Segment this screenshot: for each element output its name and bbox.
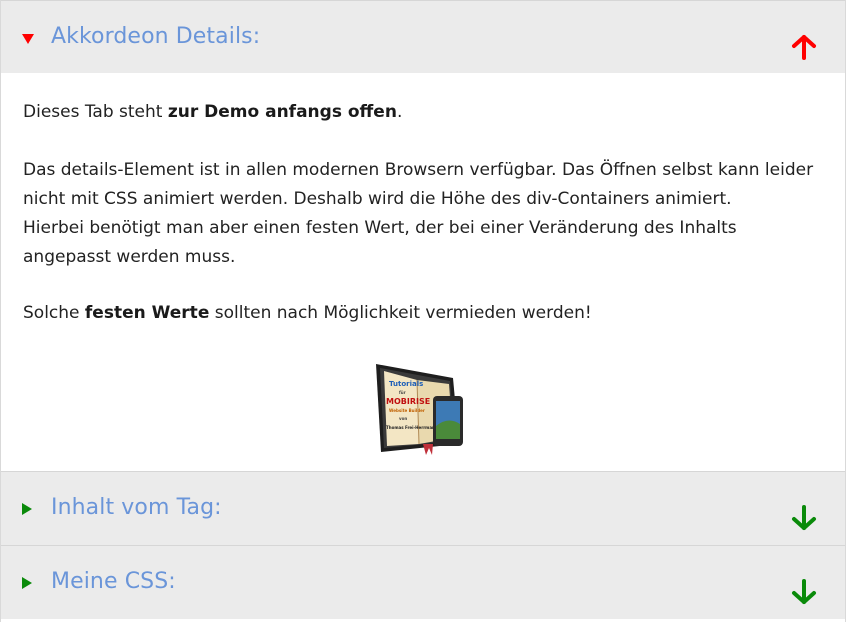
- svg-text:für: für: [399, 390, 406, 395]
- tutorial-book-image: Tutorials für MOBIRISE Website Builder v…: [376, 364, 463, 455]
- arrow-down-icon[interactable]: [791, 505, 817, 531]
- svg-text:Website Builder: Website Builder: [389, 408, 425, 413]
- svg-text:MOBIRISE: MOBIRISE: [386, 397, 430, 406]
- triangle-down-icon: [22, 34, 34, 44]
- accordion-header-inhalt[interactable]: Inhalt vom Tag:: [1, 472, 845, 545]
- arrow-down-icon[interactable]: [791, 579, 817, 605]
- content-paragraph-1: Dieses Tab steht zur Demo anfangs offen.: [23, 102, 403, 122]
- content-paragraph-2: Das details-Element ist in allen moderne…: [23, 160, 814, 267]
- accordion-item-inhalt: Inhalt vom Tag:: [1, 471, 845, 545]
- accordion-title: Meine CSS:: [51, 569, 176, 594]
- accordion-item-details: Akkordeon Details: Dieses Tab steht zur …: [1, 0, 845, 471]
- accordion-header-css[interactable]: Meine CSS:: [1, 546, 845, 619]
- content-paragraph-3: Solche festen Werte sollten nach Möglich…: [23, 303, 592, 323]
- accordion-content: Dieses Tab steht zur Demo anfangs offen.…: [1, 73, 845, 471]
- triangle-right-icon: [22, 577, 32, 589]
- triangle-right-icon: [22, 503, 32, 515]
- accordion-item-css: Meine CSS:: [1, 545, 845, 619]
- accordion-title: Akkordeon Details:: [51, 24, 261, 49]
- svg-text:Tutorials: Tutorials: [389, 380, 423, 388]
- accordion: Akkordeon Details: Dieses Tab steht zur …: [0, 0, 846, 622]
- arrow-up-icon[interactable]: [791, 34, 817, 60]
- svg-text:Thomas Frei-Herrmann: Thomas Frei-Herrmann: [386, 425, 438, 430]
- svg-text:von: von: [399, 416, 407, 421]
- accordion-header-details[interactable]: Akkordeon Details:: [1, 1, 845, 73]
- accordion-title: Inhalt vom Tag:: [51, 495, 222, 520]
